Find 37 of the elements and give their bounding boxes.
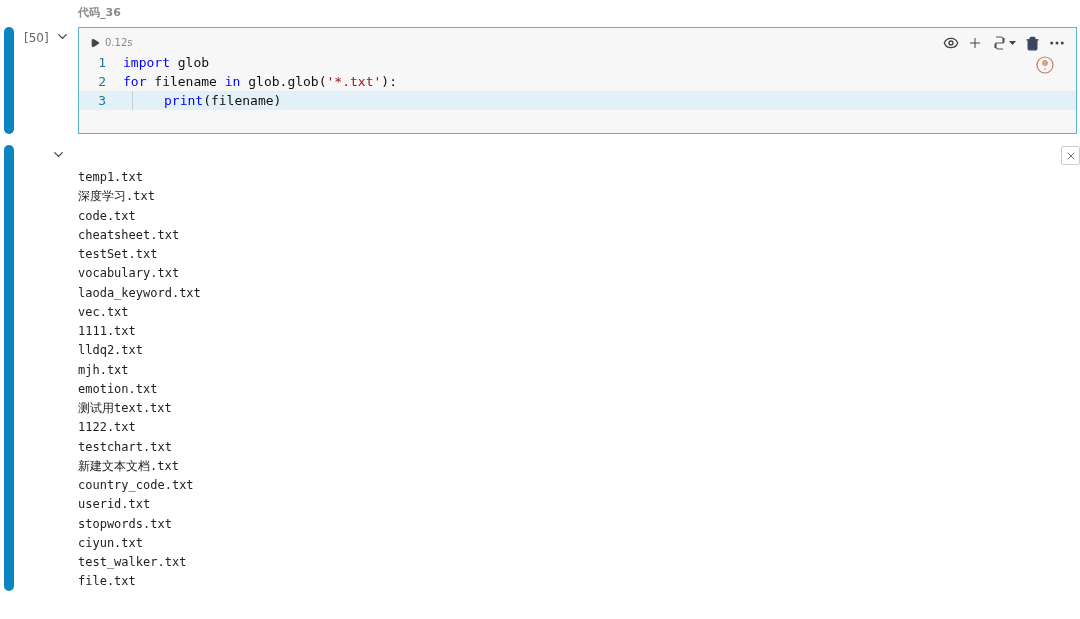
output-line: mjh.txt xyxy=(78,361,130,379)
code-line: print(filename) xyxy=(123,91,282,110)
code-cell[interactable]: 0.12s 1 import glob 2 for filename in glob.glob('*.txt'): 3 print(filename) xyxy=(78,27,1077,134)
line-number: 2 xyxy=(97,72,106,91)
code-line: import glob xyxy=(123,53,210,72)
output-line: 新建文本文档.txt xyxy=(78,457,180,475)
output-line: 1122.txt xyxy=(78,419,137,437)
output-line: 1111.txt xyxy=(78,323,137,340)
output-line: code.txt xyxy=(78,207,137,225)
output-line: vec.txt xyxy=(78,303,130,321)
output-line: stopwords.txt xyxy=(78,515,173,533)
output-line: 测试用text.txt xyxy=(78,400,173,417)
cell-label: 代码_36 xyxy=(78,5,121,21)
output-line: 深度学习.txt xyxy=(78,188,156,206)
run-icon[interactable] xyxy=(90,37,100,48)
output-line: temp1.txt xyxy=(78,169,145,186)
output-line: emotion.txt xyxy=(78,380,159,398)
output-line: country_code.txt xyxy=(78,477,195,494)
output-line: lldq2.txt xyxy=(78,342,145,360)
output-line: laoda_keyword.txt xyxy=(78,284,201,302)
output-line: testSet.txt xyxy=(78,246,159,263)
clear-output-button[interactable] xyxy=(1061,146,1080,165)
eye-icon[interactable] xyxy=(943,35,959,51)
output-line: testchart.txt xyxy=(78,438,173,456)
output-line: vocabulary.txt xyxy=(78,265,181,283)
output-line: test_walker.txt xyxy=(78,554,188,571)
output-line: userid.txt xyxy=(78,496,152,514)
target-icon xyxy=(1036,56,1054,74)
delete-icon[interactable] xyxy=(1025,35,1040,51)
line-number: 3 xyxy=(97,91,106,110)
code-line: for filename in glob.glob('*.txt'): xyxy=(123,72,397,91)
execution-count: [50] xyxy=(24,30,49,47)
line-number: 1 xyxy=(97,53,106,72)
output-line: ciyun.txt xyxy=(78,534,145,552)
run-time: 0.12s xyxy=(105,36,133,50)
output-line: cheatsheet.txt xyxy=(78,226,181,244)
output-line: file.txt xyxy=(78,573,137,591)
